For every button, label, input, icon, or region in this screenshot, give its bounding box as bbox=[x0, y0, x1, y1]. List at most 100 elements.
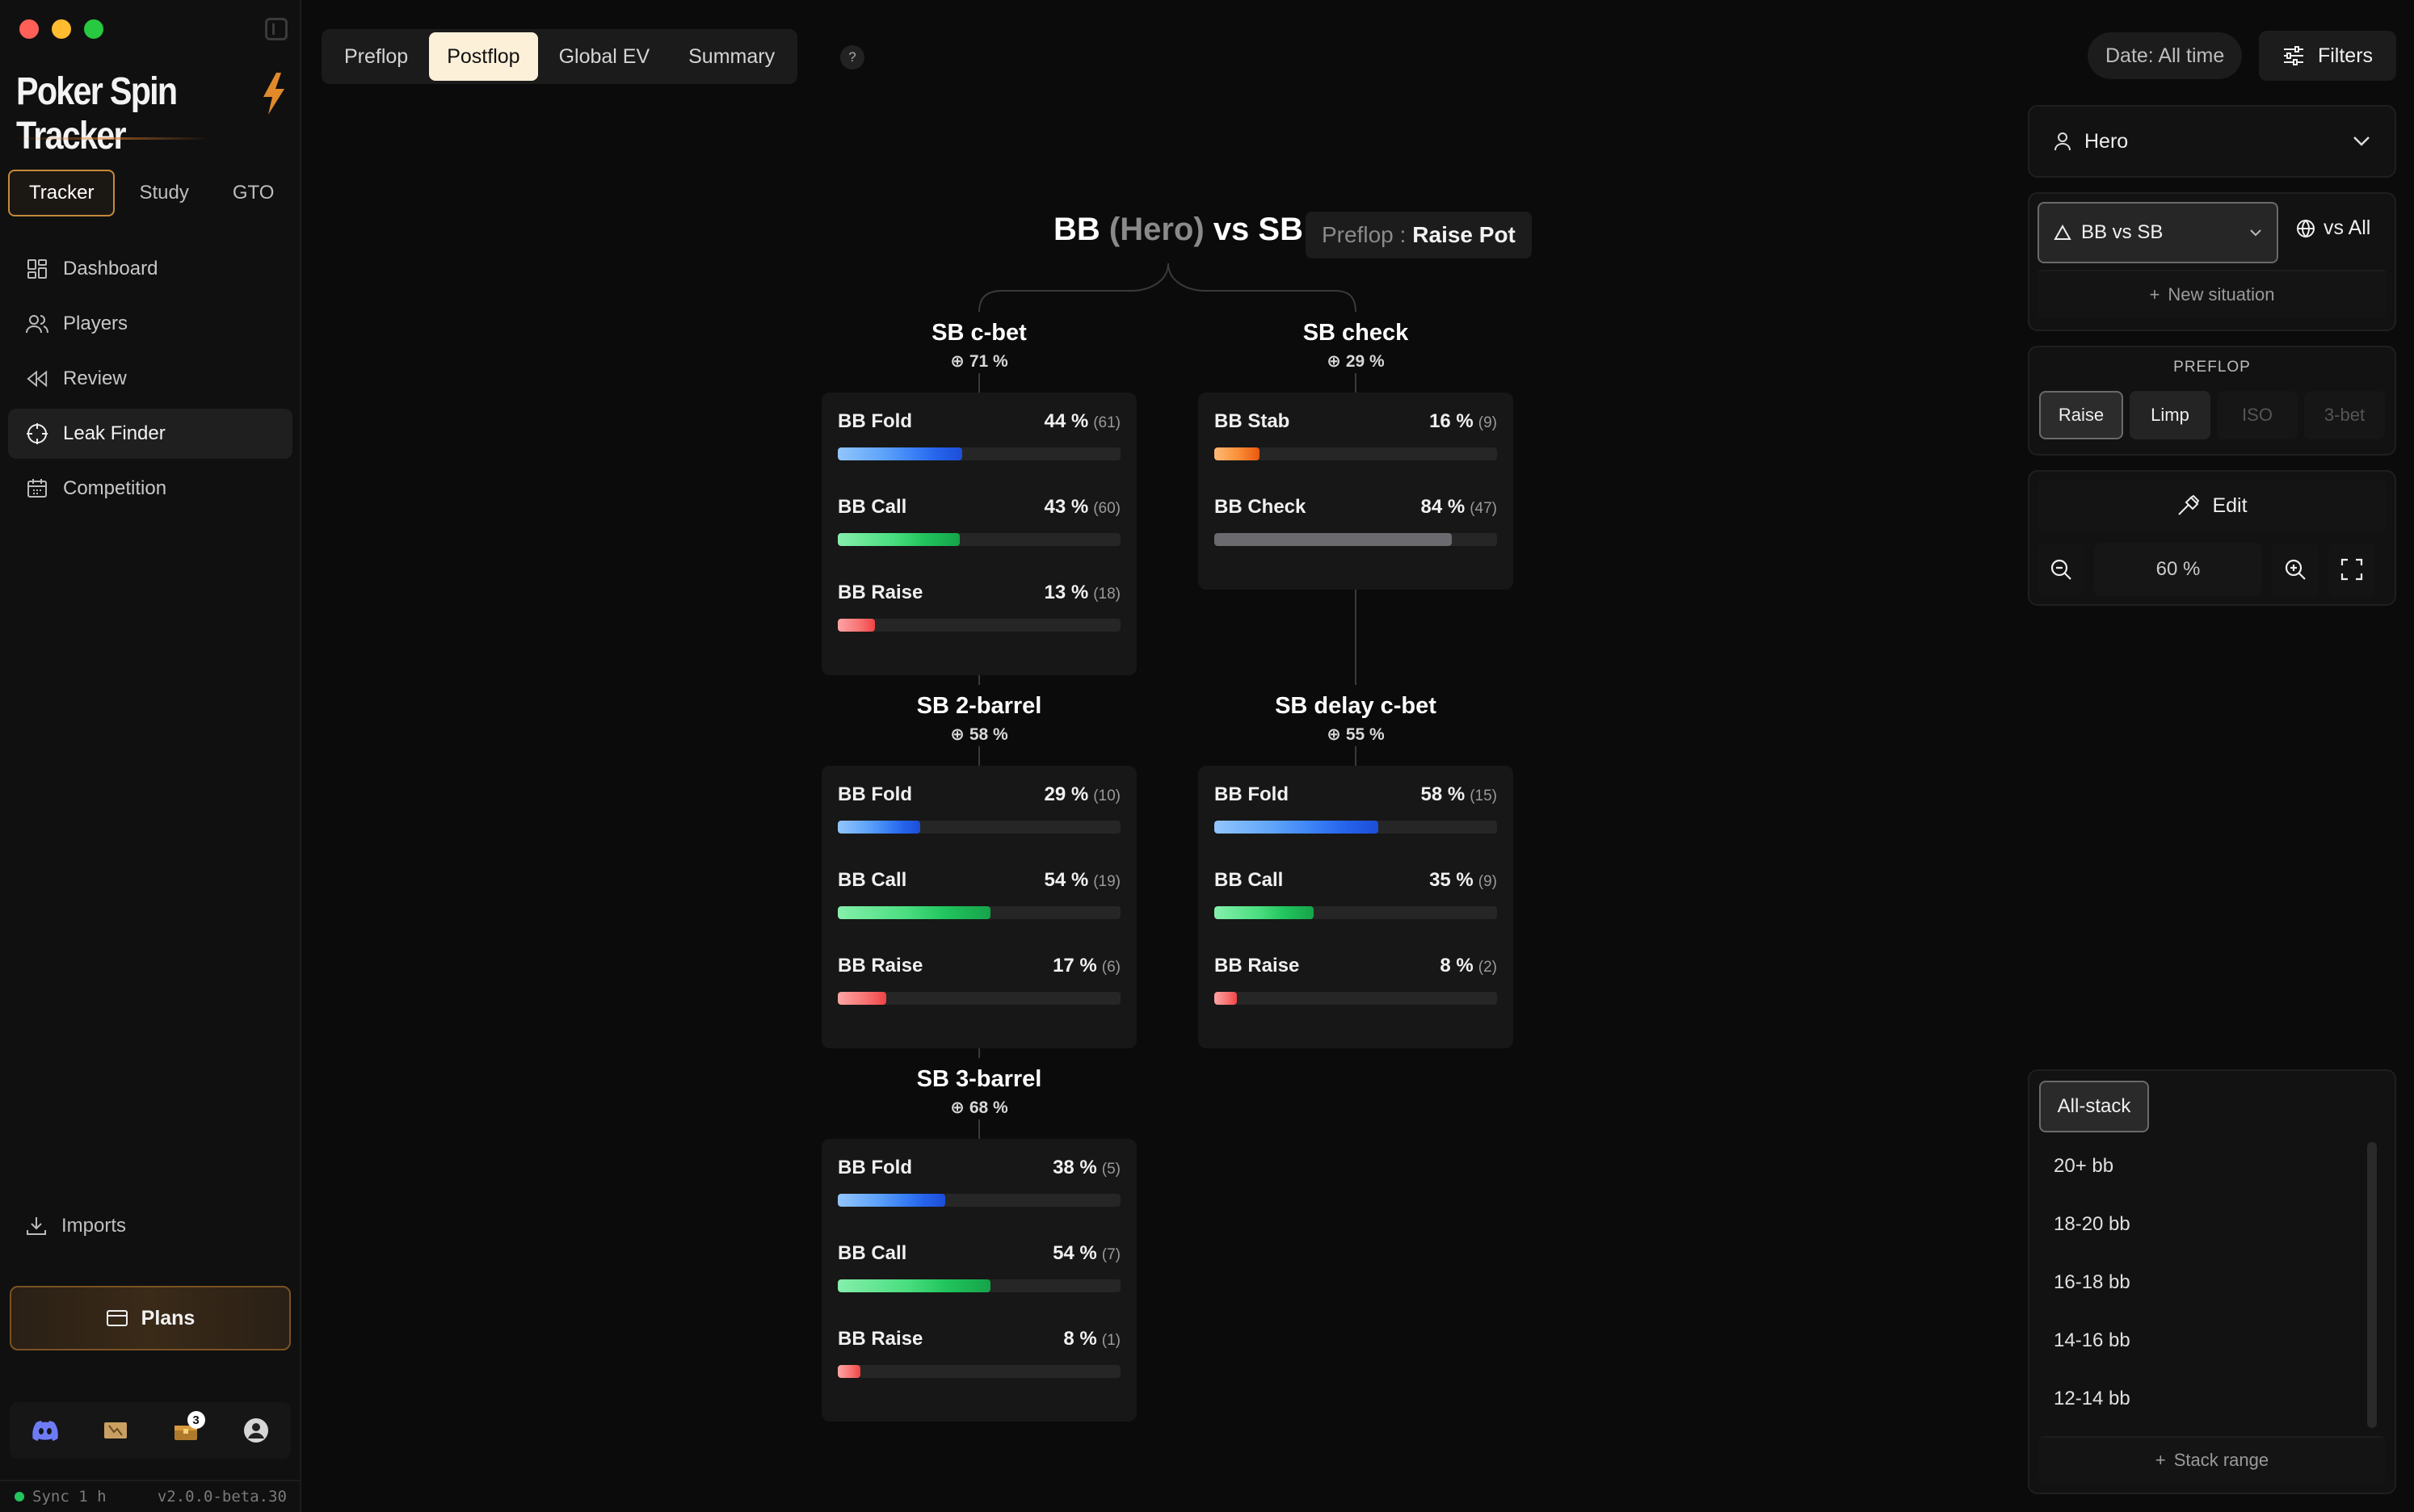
frequency-bar bbox=[838, 447, 1121, 460]
edit-button[interactable]: Edit bbox=[2038, 480, 2387, 531]
situation-panel: BB vs SB vs All + New situation bbox=[2028, 192, 2396, 331]
node-name: SB delay c-bet bbox=[1275, 693, 1436, 719]
response-row[interactable]: BB Call 35 % (9) bbox=[1214, 869, 1497, 955]
response-row[interactable]: BB Call 54 % (19) bbox=[838, 869, 1121, 955]
preflop-title: PREFLOP bbox=[2173, 359, 2251, 376]
situation-select[interactable]: BB vs SB bbox=[2038, 202, 2278, 263]
globe-icon: ⊕ bbox=[950, 1098, 965, 1117]
response-label: BB Call bbox=[838, 869, 907, 891]
stack-list-scrollbar[interactable] bbox=[2367, 1142, 2377, 1428]
frequency-bar bbox=[838, 1365, 1121, 1378]
response-label: BB Call bbox=[838, 496, 907, 518]
response-row[interactable]: BB Raise 13 % (18) bbox=[838, 582, 1121, 667]
response-pct: 17 % bbox=[1053, 955, 1097, 976]
response-card-check: BB Stab 16 % (9) BB Check 84 % (47) bbox=[1198, 393, 1513, 590]
node-sb-check[interactable]: SB check ⊕ 29 % bbox=[1198, 320, 1513, 372]
response-count: (47) bbox=[1470, 500, 1497, 517]
node-sb-cbet[interactable]: SB c-bet ⊕ 71 % bbox=[822, 320, 1137, 372]
response-row[interactable]: BB Call 54 % (7) bbox=[838, 1242, 1121, 1328]
response-count: (2) bbox=[1478, 959, 1497, 976]
frequency-bar bbox=[838, 1194, 1121, 1207]
globe-icon: ⊕ bbox=[950, 725, 965, 744]
stack-option-all[interactable]: All-stack bbox=[2039, 1081, 2149, 1132]
response-row[interactable]: BB Raise 17 % (6) bbox=[838, 955, 1121, 1040]
node-pct: 68 % bbox=[969, 1098, 1008, 1117]
hammer-icon bbox=[2178, 494, 2200, 515]
zoom-out-icon[interactable] bbox=[2038, 543, 2084, 596]
frequency-bar-fill bbox=[1214, 447, 1260, 460]
preflop-option-3bet: 3-bet bbox=[2304, 391, 2385, 439]
response-card-cbet: BB Fold 44 % (61) BB Call 43 % (60) BB Raise 13… bbox=[822, 393, 1137, 675]
response-count: (60) bbox=[1093, 500, 1121, 517]
preflop-option-raise[interactable]: Raise bbox=[2039, 391, 2123, 439]
response-row[interactable]: BB Raise 8 % (1) bbox=[838, 1328, 1121, 1413]
stack-option[interactable]: 20+ bb bbox=[2039, 1137, 2385, 1195]
response-row[interactable]: BB Check 84 % (47) bbox=[1214, 496, 1497, 582]
node-pct: 71 % bbox=[969, 351, 1008, 371]
stack-option[interactable]: 14-16 bb bbox=[2039, 1312, 2385, 1370]
frequency-bar bbox=[1214, 906, 1497, 919]
frequency-bar-fill bbox=[1214, 992, 1237, 1005]
response-label: BB Call bbox=[838, 1242, 907, 1264]
title-vs-sb: vs SB bbox=[1213, 212, 1303, 247]
response-row[interactable]: BB Fold 44 % (61) bbox=[838, 410, 1121, 496]
triangle-icon bbox=[2054, 225, 2071, 240]
edit-panel: Edit 60 % bbox=[2028, 470, 2396, 606]
response-row[interactable]: BB Fold 58 % (15) bbox=[1214, 783, 1497, 869]
frequency-bar bbox=[838, 1279, 1121, 1292]
frequency-bar-fill bbox=[1214, 906, 1314, 919]
situation-value: BB vs SB bbox=[2081, 221, 2164, 243]
zoom-in-icon[interactable] bbox=[2272, 543, 2319, 596]
response-pct: 44 % bbox=[1044, 410, 1089, 432]
frequency-bar-fill bbox=[838, 906, 990, 919]
frequency-bar-fill bbox=[838, 447, 962, 460]
add-stack-range-button[interactable]: + Stack range bbox=[2039, 1436, 2385, 1483]
response-row[interactable]: BB Fold 29 % (10) bbox=[838, 783, 1121, 869]
response-count: (18) bbox=[1093, 586, 1121, 603]
response-label: BB Fold bbox=[838, 1157, 912, 1178]
node-pct: 29 % bbox=[1345, 351, 1385, 371]
node-sb-delay-cbet[interactable]: SB delay c-bet ⊕ 55 % bbox=[1198, 693, 1513, 745]
stack-option[interactable]: 16-18 bb bbox=[2039, 1254, 2385, 1312]
node-name: SB check bbox=[1302, 320, 1409, 346]
frequency-bar-fill bbox=[1214, 533, 1452, 546]
globe-icon: ⊕ bbox=[1327, 352, 1341, 371]
stack-option[interactable]: 18-20 bb bbox=[2039, 1195, 2385, 1254]
node-sb-3-barrel[interactable]: SB 3-barrel ⊕ 68 % bbox=[822, 1066, 1137, 1118]
pot-prefix: Preflop : bbox=[1322, 222, 1407, 247]
response-label: BB Call bbox=[1214, 869, 1284, 891]
response-label: BB Raise bbox=[1214, 955, 1300, 976]
frequency-bar bbox=[1214, 447, 1497, 460]
frequency-bar-fill bbox=[838, 1194, 945, 1207]
response-label: BB Stab bbox=[1214, 410, 1290, 432]
preflop-option-iso: ISO bbox=[2217, 391, 2298, 439]
response-row[interactable]: BB Stab 16 % (9) bbox=[1214, 410, 1497, 496]
response-label: BB Fold bbox=[1214, 783, 1289, 805]
stack-option[interactable]: 12-14 bb bbox=[2039, 1370, 2385, 1428]
matchup-title: BB (Hero) vs SB bbox=[1053, 212, 1303, 248]
title-bb: BB bbox=[1053, 212, 1100, 247]
response-label: BB Check bbox=[1214, 496, 1306, 518]
vs-all-toggle[interactable]: vs All bbox=[2296, 216, 2370, 240]
frequency-bar bbox=[838, 906, 1121, 919]
pot-value: Raise Pot bbox=[1412, 222, 1516, 247]
response-row[interactable]: BB Call 43 % (60) bbox=[838, 496, 1121, 582]
response-row[interactable]: BB Fold 38 % (5) bbox=[838, 1157, 1121, 1242]
frequency-bar-fill bbox=[838, 533, 960, 546]
response-pct: 13 % bbox=[1044, 582, 1089, 603]
preflop-option-limp[interactable]: Limp bbox=[2130, 391, 2210, 439]
new-situation-button[interactable]: + New situation bbox=[2038, 270, 2387, 318]
chevron-down-icon bbox=[2250, 229, 2261, 237]
node-sb-2-barrel[interactable]: SB 2-barrel ⊕ 58 % bbox=[822, 693, 1137, 745]
response-pct: 29 % bbox=[1044, 783, 1089, 805]
node-pct: 55 % bbox=[1345, 724, 1385, 744]
response-row[interactable]: BB Raise 8 % (2) bbox=[1214, 955, 1497, 1040]
response-count: (5) bbox=[1101, 1161, 1121, 1178]
response-label: BB Fold bbox=[838, 783, 912, 805]
player-select[interactable]: Hero bbox=[2028, 105, 2396, 178]
frequency-bar bbox=[1214, 533, 1497, 546]
user-icon bbox=[2054, 132, 2071, 151]
fullscreen-icon[interactable] bbox=[2328, 543, 2375, 596]
response-pct: 38 % bbox=[1053, 1157, 1097, 1178]
stack-panel: All-stack 20+ bb 18-20 bb 16-18 bb 14-16… bbox=[2028, 1069, 2396, 1494]
